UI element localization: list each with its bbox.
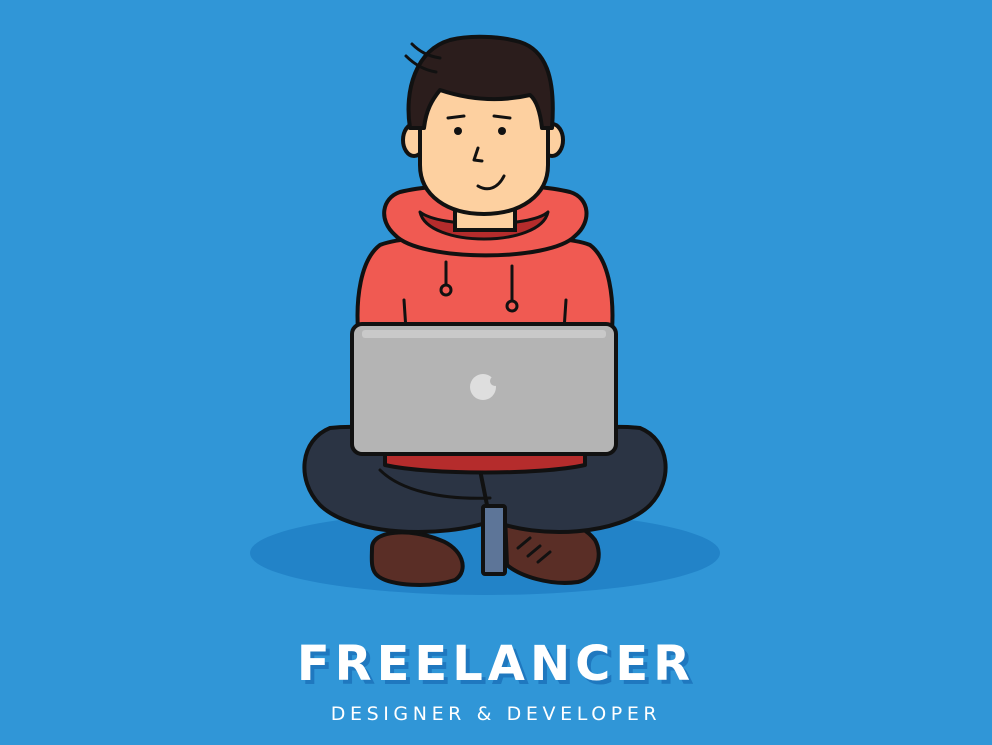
right-eye [498, 127, 506, 135]
page-subtitle: DESIGNER & DEVELOPER [330, 703, 662, 725]
sock [481, 504, 507, 576]
left-eye [454, 127, 462, 135]
freelancer-illustration [250, 34, 720, 595]
freelancer-illustration-scene: FREELANCER DESIGNER & DEVELOPER [0, 0, 992, 745]
page-title: FREELANCER [296, 636, 696, 692]
laptop [350, 322, 618, 456]
